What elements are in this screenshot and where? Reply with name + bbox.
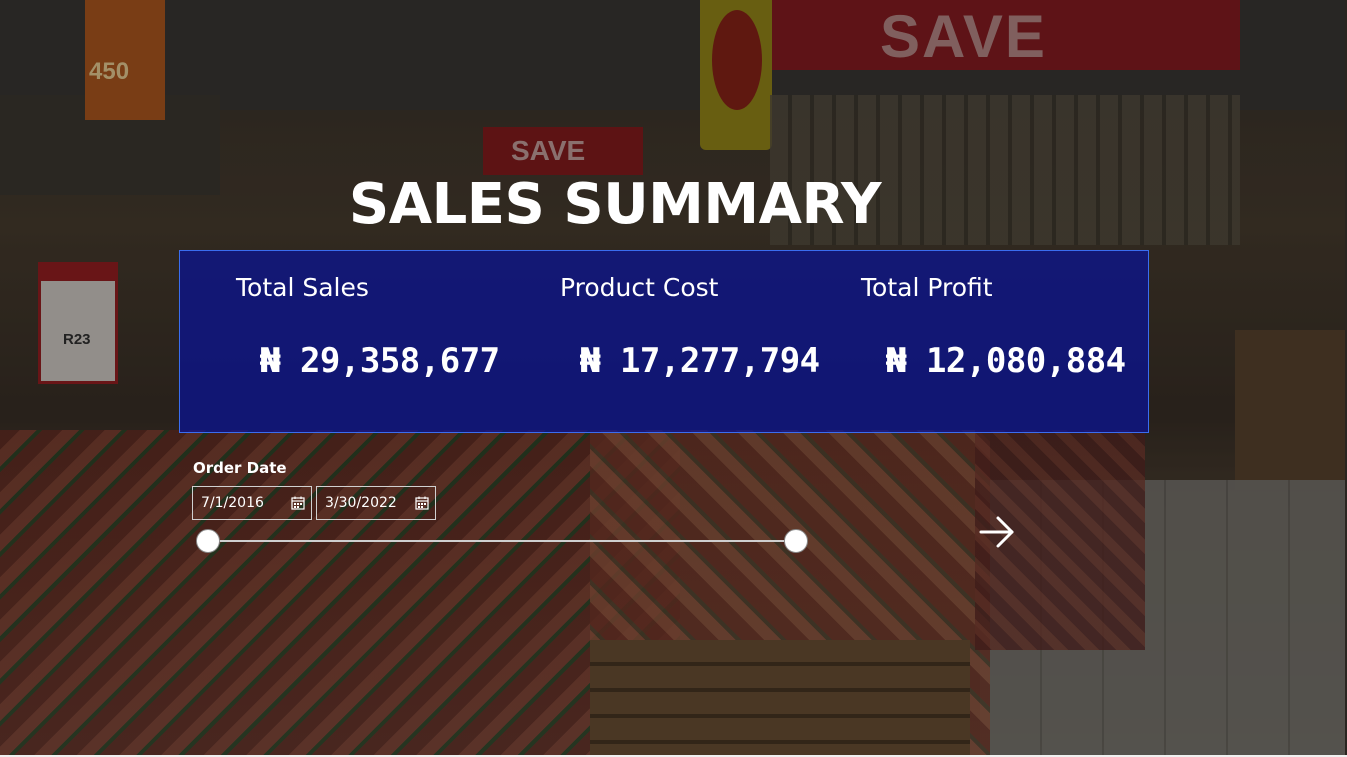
calendar-icon[interactable] (415, 496, 429, 510)
start-date-input[interactable]: 7/1/2016 (192, 486, 312, 520)
calendar-icon[interactable] (291, 496, 305, 510)
kpi-total-profit-label: Total Profit (861, 273, 993, 302)
kpi-total-sales-value: ₦ 29,358,677 (260, 341, 500, 381)
kpi-panel[interactable]: Total Sales Product Cost Total Profit ₦ … (179, 250, 1149, 433)
date-range-start-handle[interactable] (196, 529, 220, 553)
order-date-slicer-title: Order Date (193, 459, 287, 477)
date-range-end-handle[interactable] (784, 529, 808, 553)
end-date-input[interactable]: 3/30/2022 (316, 486, 436, 520)
date-range-slider-track[interactable] (208, 540, 796, 542)
end-date-value: 3/30/2022 (325, 495, 397, 511)
kpi-total-sales-label: Total Sales (236, 273, 369, 302)
kpi-product-cost-value: ₦ 17,277,794 (580, 341, 820, 381)
kpi-product-cost-label: Product Cost (560, 273, 719, 302)
kpi-total-profit-value: ₦ 12,080,884 (886, 341, 1126, 381)
start-date-value: 7/1/2016 (201, 495, 264, 511)
page-title: SALES SUMMARY (348, 172, 882, 237)
arrow-right-icon[interactable] (978, 515, 1016, 549)
